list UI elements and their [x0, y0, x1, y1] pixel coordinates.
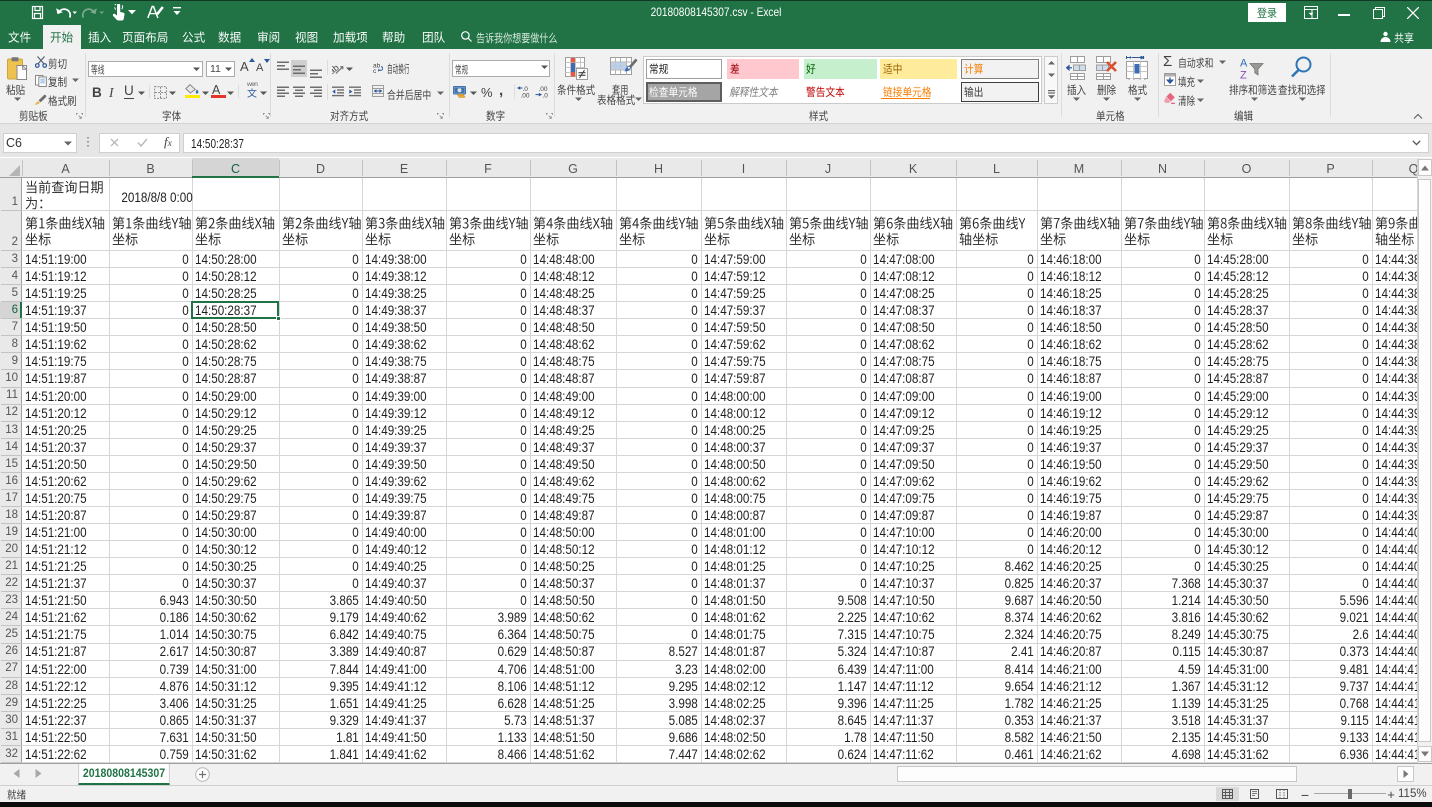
svg-text:.0: .0 [543, 92, 549, 98]
svg-text:Z: Z [1240, 69, 1247, 79]
svg-text:A: A [1240, 57, 1248, 69]
svg-text:.00: .00 [521, 92, 530, 98]
